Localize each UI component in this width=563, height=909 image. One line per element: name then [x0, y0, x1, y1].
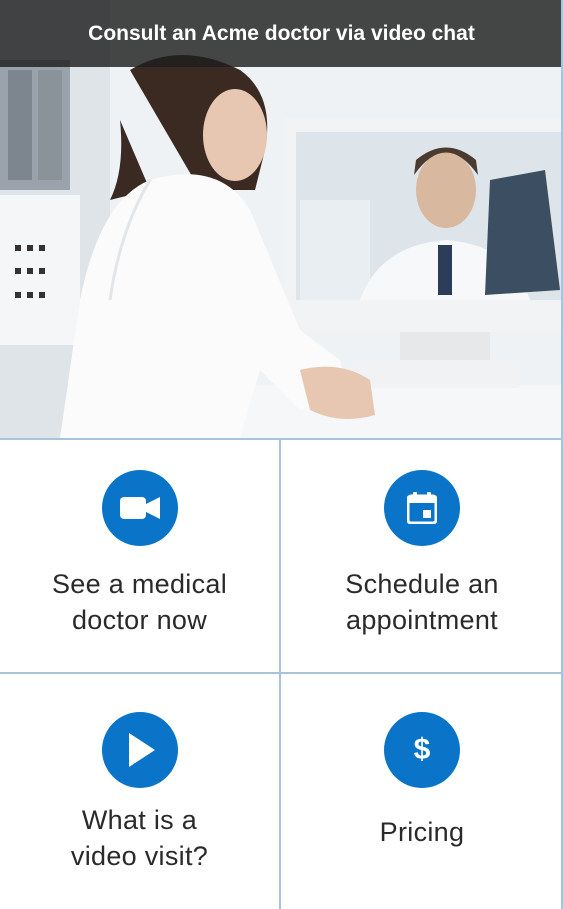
- what-is-video-visit-label: What is a video visit?: [70, 805, 209, 871]
- video-camera-icon: [101, 470, 178, 546]
- schedule-appointment-tile[interactable]: Schedule an appointment: [281, 440, 563, 674]
- action-grid: See a medical doctor now Schedule an app…: [0, 438, 563, 909]
- pricing-tile[interactable]: $ Pricing: [281, 674, 563, 909]
- title-bar: Consult an Acme doctor via video chat: [0, 0, 563, 67]
- dollar-symbol: $: [413, 733, 431, 766]
- pricing-label: Pricing: [379, 817, 465, 847]
- what-is-video-visit-tile[interactable]: What is a video visit?: [0, 674, 281, 909]
- play-icon: [101, 712, 178, 788]
- schedule-appointment-label: Schedule an appointment: [345, 569, 499, 635]
- page-title: Consult an Acme doctor via video chat: [88, 21, 475, 45]
- see-doctor-now-tile[interactable]: See a medical doctor now: [0, 440, 281, 674]
- dollar-icon: $: [384, 712, 460, 788]
- calendar-icon: [384, 470, 460, 546]
- see-doctor-now-label: See a medical doctor now: [52, 569, 227, 635]
- hero-image: Consult an Acme doctor via video chat: [0, 0, 563, 438]
